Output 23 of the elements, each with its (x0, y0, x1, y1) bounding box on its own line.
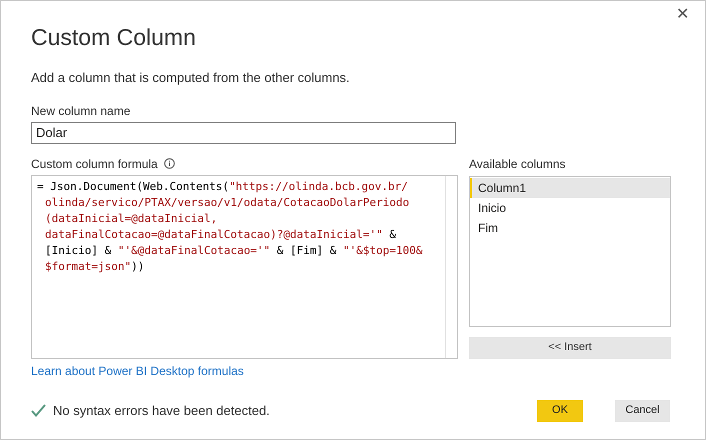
formula-line: $format=json")) (44, 258, 144, 274)
formula-line: dataFinalCotacao=@dataFinalCotacao)?@dataInicial='" & (44, 226, 396, 242)
formula-line: olinda/servico/PTAX/versao/v1/odata/CotacaoDolarPeriodo (44, 194, 410, 210)
field-label: New column name (31, 102, 132, 120)
formula-line: [Inicio] & "'&@dataFinalCotacao='" & [Fim] & "'&$top=100& (44, 242, 423, 258)
help-link[interactable]: Learn about Power BI Desktop formulas (31, 362, 458, 380)
dialog-title: Custom Column (31, 23, 197, 51)
info-icon[interactable] (164, 158, 175, 169)
status-text: No syntax errors have been detected. (53, 402, 270, 420)
formula-editor[interactable] (31, 174, 458, 358)
close-button[interactable]: ✕ (676, 7, 689, 23)
list-label: Available columns (469, 156, 566, 172)
column-list-item[interactable]: Inicio (470, 198, 670, 218)
formula-line: (dataInicial=@dataInicial, (44, 210, 218, 226)
column-list-item[interactable]: Column1 (470, 178, 670, 198)
field-label: Custom column formula (31, 156, 158, 172)
insert-button[interactable]: << Insert (469, 336, 671, 358)
ok-button[interactable]: OK (537, 400, 583, 422)
column-list-item[interactable]: Fim (470, 218, 670, 238)
formula-line: = Json.Document(Web.Contents("https://olinda.bcb.gov.br/ (37, 178, 408, 194)
column-name-field[interactable]: Dolar (31, 122, 456, 144)
cancel-button[interactable]: Cancel (615, 400, 670, 422)
description-text: Add a column that is computed from the other columns. (31, 69, 351, 87)
